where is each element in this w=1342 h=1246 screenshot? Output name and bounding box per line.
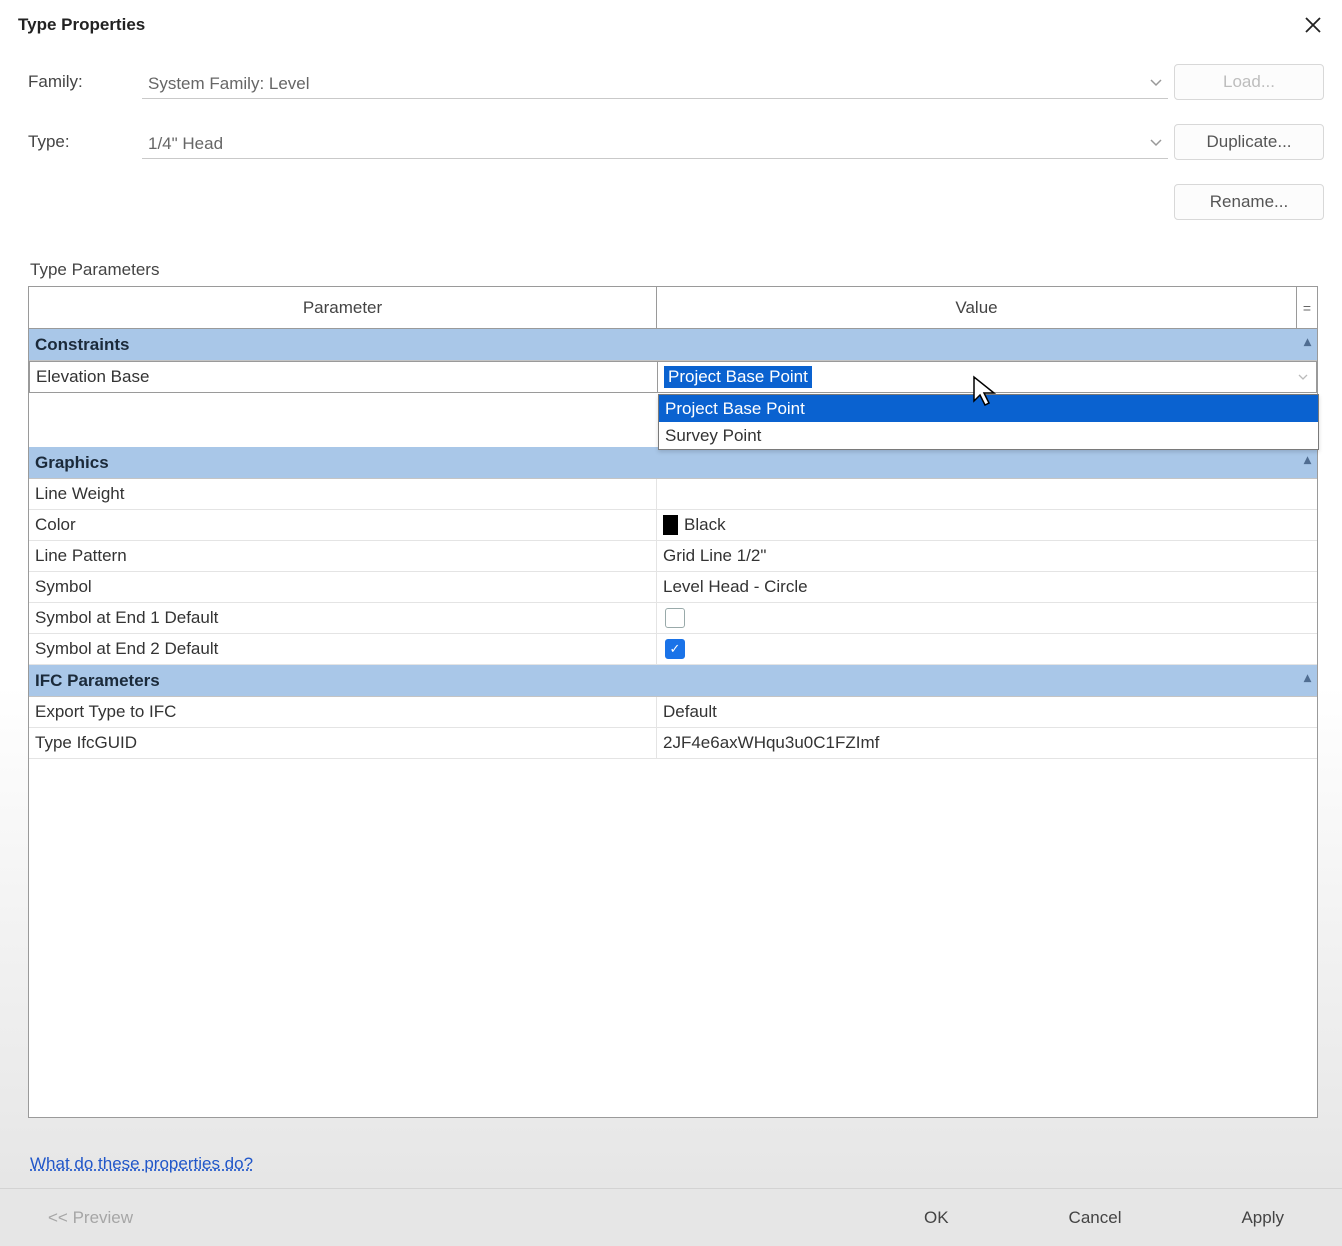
type-combo-value: 1/4" Head [148, 134, 223, 154]
param-value[interactable] [657, 603, 1317, 633]
param-label: Color [29, 510, 657, 540]
close-icon[interactable] [1296, 10, 1330, 40]
param-value[interactable]: Black [657, 510, 1317, 540]
type-parameters-label: Type Parameters [0, 220, 1342, 286]
row-line-pattern[interactable]: Line Pattern Grid Line 1/2" [29, 541, 1317, 572]
param-value[interactable] [657, 479, 1317, 509]
param-label: Line Pattern [29, 541, 657, 571]
checkbox-checked-icon[interactable]: ✓ [665, 639, 685, 659]
row-symbol-end2[interactable]: Symbol at End 2 Default ✓ [29, 634, 1317, 665]
param-label: Elevation Base [30, 362, 658, 392]
param-label: Symbol at End 2 Default [29, 634, 657, 664]
param-label: Type IfcGUID [29, 728, 657, 758]
param-label: Export Type to IFC [29, 697, 657, 727]
color-swatch-icon [663, 515, 678, 535]
param-label: Line Weight [29, 479, 657, 509]
param-value[interactable]: ✓ [657, 634, 1317, 664]
row-export-type-ifc[interactable]: Export Type to IFC Default [29, 697, 1317, 728]
row-elevation-base[interactable]: Elevation Base Project Base Point [29, 361, 1317, 393]
row-color[interactable]: Color Black [29, 510, 1317, 541]
checkbox-unchecked-icon[interactable] [665, 608, 685, 628]
column-value[interactable]: Value [657, 287, 1297, 328]
family-label: Family: [28, 72, 136, 92]
cancel-button[interactable]: Cancel [1049, 1202, 1142, 1234]
chevron-down-icon [1298, 370, 1308, 384]
header-form: Family: System Family: Level Load... Typ… [0, 40, 1342, 220]
group-graphics[interactable]: Graphics ▴ [29, 447, 1317, 479]
column-parameter[interactable]: Parameter [29, 287, 657, 328]
column-eq[interactable]: = [1297, 287, 1317, 328]
family-combo[interactable]: System Family: Level [142, 65, 1168, 99]
chevron-down-icon [1150, 134, 1162, 150]
family-combo-value: System Family: Level [148, 74, 310, 94]
chevron-down-icon [1150, 74, 1162, 90]
dialog-title: Type Properties [18, 15, 145, 35]
load-button: Load... [1174, 64, 1324, 100]
dropdown-option-survey-point[interactable]: Survey Point [659, 422, 1318, 449]
group-ifc-parameters[interactable]: IFC Parameters ▴ [29, 665, 1317, 697]
parameter-table: Parameter Value = Constraints ▴ Elevatio… [28, 286, 1318, 1118]
type-label: Type: [28, 132, 136, 152]
dialog-footer: << Preview OK Cancel Apply [0, 1188, 1342, 1246]
collapse-icon[interactable]: ▴ [1304, 451, 1311, 468]
param-label: Symbol [29, 572, 657, 602]
rename-button[interactable]: Rename... [1174, 184, 1324, 220]
table-header: Parameter Value = [29, 287, 1317, 329]
ok-button[interactable]: OK [904, 1202, 969, 1234]
titlebar: Type Properties [0, 0, 1342, 40]
dropdown-option-project-base-point[interactable]: Project Base Point [659, 395, 1318, 422]
param-value-dropdown[interactable]: Project Base Point [658, 362, 1316, 392]
row-line-weight[interactable]: Line Weight [29, 479, 1317, 510]
row-symbol-end1[interactable]: Symbol at End 1 Default [29, 603, 1317, 634]
type-combo[interactable]: 1/4" Head [142, 125, 1168, 159]
collapse-icon[interactable]: ▴ [1304, 333, 1311, 350]
type-properties-dialog: Type Properties Family: System Family: L… [0, 0, 1342, 1246]
preview-button[interactable]: << Preview [48, 1208, 133, 1228]
param-value[interactable]: Default [657, 697, 1317, 727]
elevation-base-dropdown[interactable]: Project Base Point Survey Point [658, 394, 1319, 450]
help-link[interactable]: What do these properties do? [30, 1154, 253, 1174]
param-value[interactable]: Level Head - Circle [657, 572, 1317, 602]
row-symbol[interactable]: Symbol Level Head - Circle [29, 572, 1317, 603]
param-value[interactable]: Grid Line 1/2" [657, 541, 1317, 571]
selected-value: Project Base Point [664, 366, 812, 388]
collapse-icon[interactable]: ▴ [1304, 669, 1311, 686]
apply-button[interactable]: Apply [1221, 1202, 1304, 1234]
row-type-ifcguid[interactable]: Type IfcGUID 2JF4e6axWHqu3u0C1FZImf [29, 728, 1317, 759]
param-value[interactable]: 2JF4e6axWHqu3u0C1FZImf [657, 728, 1317, 758]
group-constraints[interactable]: Constraints ▴ [29, 329, 1317, 361]
duplicate-button[interactable]: Duplicate... [1174, 124, 1324, 160]
param-label: Symbol at End 1 Default [29, 603, 657, 633]
